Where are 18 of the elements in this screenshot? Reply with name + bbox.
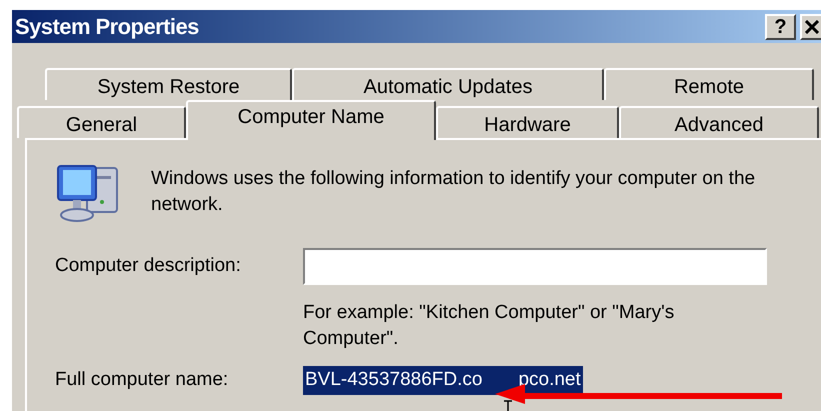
tab[interactable]: Computer Name	[186, 100, 436, 140]
tab[interactable]: Remote	[604, 68, 814, 100]
computer-name-value: BVL-43537886FD.co pco.net	[303, 366, 583, 394]
window-title: System Properties	[15, 13, 199, 41]
help-button[interactable]: ?	[765, 14, 796, 40]
tab[interactable]: Automatic Updates	[292, 68, 604, 100]
field-label: Computer description:	[55, 254, 242, 278]
close-button[interactable]	[800, 14, 821, 40]
intro-text: Windows uses the following information to identify your computer on the network.	[151, 167, 756, 217]
close-icon	[805, 20, 819, 34]
tab[interactable]: System Restore	[45, 68, 292, 100]
description-field[interactable]	[303, 248, 767, 285]
example-text: For example: "Kitchen Computer" or "Mary's Computer".	[303, 301, 676, 351]
tab[interactable]: General	[17, 106, 186, 138]
field-label: Full computer name:	[55, 368, 230, 392]
tab[interactable]: Advanced	[619, 106, 819, 138]
computer-icon	[55, 162, 121, 224]
tab[interactable]: Hardware	[436, 106, 619, 138]
